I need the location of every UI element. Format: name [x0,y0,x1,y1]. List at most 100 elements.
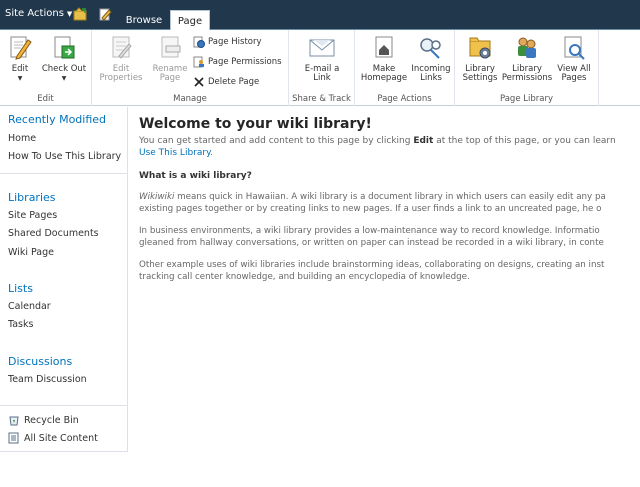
use-library-link[interactable]: Use This Library [139,148,210,158]
recycle-bin-link[interactable]: Recycle Bin [8,414,79,426]
all-site-content-label: All Site Content [24,432,98,444]
quick-launch: Recently Modified Home How To Use This L… [0,107,128,452]
recycle-bin-icon [9,416,19,426]
ribbon-group-label: Edit [37,94,54,104]
ql-item-how-to-use[interactable]: How To Use This Library [8,151,121,162]
site-content-icon [8,432,19,444]
delete-page-button[interactable]: Delete Page [193,76,259,88]
homepage-icon [375,36,393,58]
rename-page-button[interactable]: Rename Page [150,34,190,83]
ql-separator [0,405,128,406]
ribbon-group-manage: Edit Properties Rename Page Page History… [92,30,289,106]
paragraph-3: Other example uses of wiki libraries inc… [139,260,640,283]
page-permissions-icon [193,56,204,68]
section-heading: What is a wiki library? [139,171,252,181]
rename-page-label: Rename Page [152,64,188,83]
intro-text: You can get started and add content to t… [139,135,640,159]
incoming-links-label: Incoming Links [411,64,451,83]
ql-item-site-pages[interactable]: Site Pages [8,210,57,221]
view-all-pages-icon [564,36,585,60]
ql-heading-libraries[interactable]: Libraries [8,191,56,204]
delete-page-label: Delete Page [208,77,260,87]
ql-heading-lists[interactable]: Lists [8,282,33,295]
ribbon-group-share-track: E-mail a Link Share & Track [289,30,355,106]
check-out-icon [54,36,75,59]
check-out-button[interactable]: Check Out ▼ [39,34,89,83]
edit-properties-icon [112,36,132,59]
wikiwiki-term: Wikiwiki [139,192,175,202]
paragraph-text: gleaned from hallway conversations, or w… [139,237,604,248]
paragraph-text: tracking call center knowledge, and buil… [139,271,470,282]
wiki-content: Welcome to your wiki library! You can ge… [139,116,640,396]
intro-edit-bold: Edit [413,136,434,146]
ql-item-team-discussion[interactable]: Team Discussion [8,374,87,385]
library-permissions-icon [518,37,536,58]
edit-button[interactable]: Edit ▼ [6,34,34,83]
ql-item-tasks[interactable]: Tasks [8,319,33,330]
ribbon-group-label: Page Actions [377,94,432,104]
paragraph-2: In business environments, a wiki library… [139,226,640,249]
ql-item-shared-documents[interactable]: Shared Documents [8,228,99,239]
page-history-button[interactable]: Page History [193,36,262,48]
page-permissions-button[interactable]: Page Permissions [193,56,282,68]
library-settings-label: Library Settings [462,64,498,83]
recycle-bin-label: Recycle Bin [24,414,79,426]
site-actions-menu[interactable]: Site Actions ▼ [5,8,72,19]
rename-page-icon [161,36,181,58]
page-history-icon [193,36,205,48]
make-homepage-label: Make Homepage [360,64,408,83]
paragraph-text: Other example uses of wiki libraries inc… [139,260,605,270]
library-settings-button[interactable]: Library Settings [459,34,501,83]
intro-text-part: You can get started and add content to t… [139,136,414,146]
ql-heading-recently-modified[interactable]: Recently Modified [8,113,106,126]
paragraph-text: means quick in Hawaiian. A wiki library … [174,192,606,202]
paragraph-text: In business environments, a wiki library… [139,226,600,236]
intro-text-part: at the top of this page, or you can lear… [433,136,616,146]
edit-properties-button[interactable]: Edit Properties [96,34,146,83]
page-title: Welcome to your wiki library! [139,116,372,132]
ribbon-group-label: Page Library [499,94,553,104]
ribbon-group-label: Share & Track [292,94,351,104]
edit-page-icon[interactable] [98,7,112,21]
ql-separator [0,173,128,174]
all-site-content-link[interactable]: All Site Content [8,432,98,444]
edit-icon [10,36,32,60]
library-settings-icon [469,37,491,59]
ribbon-group-label: Manage [173,94,207,104]
check-out-label: Check Out [41,64,87,74]
tab-browse[interactable]: Browse [118,12,170,30]
ql-item-wiki-page[interactable]: Wiki Page [8,247,54,258]
ql-heading-discussions[interactable]: Discussions [8,355,72,368]
email-link-label: E-mail a Link [304,64,340,83]
edit-label: Edit [11,64,29,74]
site-actions-label: Site Actions [5,8,64,19]
view-all-pages-label: View All Pages [557,64,591,83]
paragraph-text: existing pages together or by creating l… [139,203,602,214]
chevron-down-icon: ▼ [61,75,67,82]
page-history-label: Page History [208,37,262,47]
library-permissions-label: Library Permissions [501,64,553,83]
view-all-pages-button[interactable]: View All Pages [553,34,595,83]
delete-icon [194,77,204,87]
chevron-down-icon: ▼ [66,10,73,18]
ribbon: Edit ▼ Check Out ▼ Edit Edit Properties Re… [0,30,640,106]
email-link-button[interactable]: E-mail a Link [295,34,349,83]
tab-page[interactable]: Page [170,10,210,31]
ribbon-group-page-library: Library Settings Library Permissions Vie… [455,30,599,106]
incoming-links-icon [420,38,441,59]
incoming-links-button[interactable]: Incoming Links [409,34,453,83]
top-bar: Site Actions ▼ Browse Page [0,0,640,31]
intro-text-part: . [210,148,213,158]
navigate-up-icon[interactable] [73,7,87,21]
email-icon [309,39,335,57]
ql-item-home[interactable]: Home [8,133,36,144]
paragraph-1: Wikiwiki means quick in Hawaiian. A wiki… [139,192,640,215]
chevron-down-icon: ▼ [17,75,23,82]
ribbon-group-page-actions: Make Homepage Incoming Links Page Action… [355,30,455,106]
page-permissions-label: Page Permissions [208,57,282,67]
ql-item-calendar[interactable]: Calendar [8,301,51,312]
make-homepage-button[interactable]: Make Homepage [359,34,409,83]
edit-properties-label: Edit Properties [99,64,143,83]
library-permissions-button[interactable]: Library Permissions [501,34,553,83]
ribbon-group-edit: Edit ▼ Check Out ▼ Edit [0,30,92,106]
